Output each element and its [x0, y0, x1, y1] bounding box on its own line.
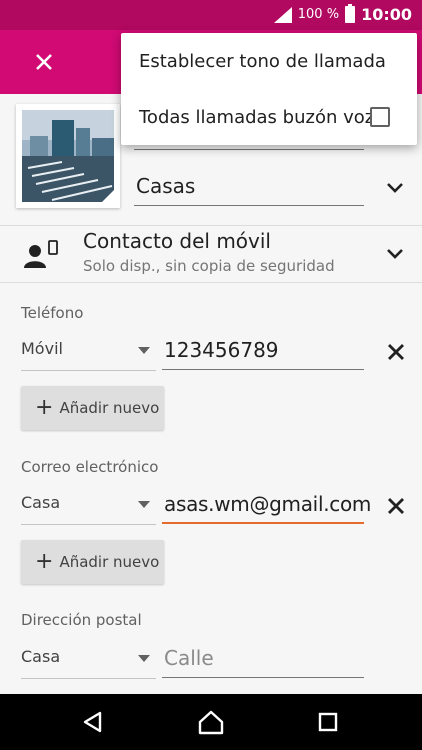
- email-input[interactable]: asas.wm@gmail.com: [162, 492, 371, 524]
- status-bar: 100 % 10:00: [0, 0, 422, 30]
- divider: [0, 225, 422, 226]
- account-subtitle: Solo disp., sin copia de seguridad: [83, 257, 335, 275]
- add-email-label: Añadir nuevo: [59, 553, 160, 571]
- chevron-down-icon[interactable]: [383, 176, 407, 200]
- plus-icon: +: [35, 549, 54, 574]
- chevron-down-icon[interactable]: [383, 242, 407, 266]
- back-icon[interactable]: [80, 708, 108, 736]
- phone-type-select[interactable]: Móvil: [21, 331, 156, 371]
- remove-phone-icon[interactable]: [384, 340, 408, 364]
- photo-image: [22, 110, 114, 202]
- phone-type-value: Móvil: [21, 339, 63, 358]
- email-label: Correo electrónico: [21, 458, 159, 476]
- address-label: Dirección postal: [21, 611, 142, 629]
- battery-icon: [345, 4, 356, 23]
- contact-photo[interactable]: [16, 104, 120, 208]
- add-phone-label: Añadir nuevo: [59, 399, 160, 417]
- add-phone-button[interactable]: + Añadir nuevo: [21, 386, 164, 430]
- email-type-select[interactable]: Casa: [21, 485, 156, 525]
- battery-percent: 100 %: [297, 7, 340, 22]
- close-button[interactable]: [24, 42, 64, 82]
- street-input[interactable]: Calle: [162, 646, 364, 678]
- account-title: Contacto del móvil: [83, 229, 271, 253]
- home-icon[interactable]: [197, 708, 225, 736]
- status-icons: 100 % 10:00: [273, 4, 412, 24]
- navigation-bar: [0, 694, 422, 750]
- address-type-select[interactable]: Casa: [21, 639, 156, 679]
- phone-input[interactable]: 123456789: [162, 338, 364, 370]
- add-email-button[interactable]: + Añadir nuevo: [21, 540, 164, 584]
- email-type-value: Casa: [21, 493, 61, 512]
- recent-apps-icon[interactable]: [314, 708, 342, 736]
- dropdown-arrow-icon: [138, 501, 150, 508]
- divider: [0, 282, 422, 283]
- phone-contact-icon: [24, 240, 58, 268]
- voicemail-checkbox[interactable]: [370, 107, 390, 127]
- phone-label: Teléfono: [21, 304, 84, 322]
- menu-item-all-calls-voicemail[interactable]: Todas llamadas buzón voz: [121, 89, 417, 145]
- menu-item-set-ringtone[interactable]: Establecer tono de llamada: [121, 33, 417, 89]
- close-icon: [36, 54, 52, 70]
- last-name-field[interactable]: Casas: [134, 174, 364, 206]
- plus-icon: +: [35, 395, 54, 420]
- dropdown-arrow-icon: [138, 347, 150, 354]
- overflow-menu: Establecer tono de llamada Todas llamada…: [121, 33, 417, 145]
- dropdown-arrow-icon: [138, 655, 150, 662]
- address-type-value: Casa: [21, 647, 61, 666]
- signal-icon: [273, 6, 292, 23]
- remove-email-icon[interactable]: [384, 494, 408, 518]
- menu-item-label: Todas llamadas buzón voz: [139, 106, 375, 128]
- clock: 10:00: [361, 5, 412, 24]
